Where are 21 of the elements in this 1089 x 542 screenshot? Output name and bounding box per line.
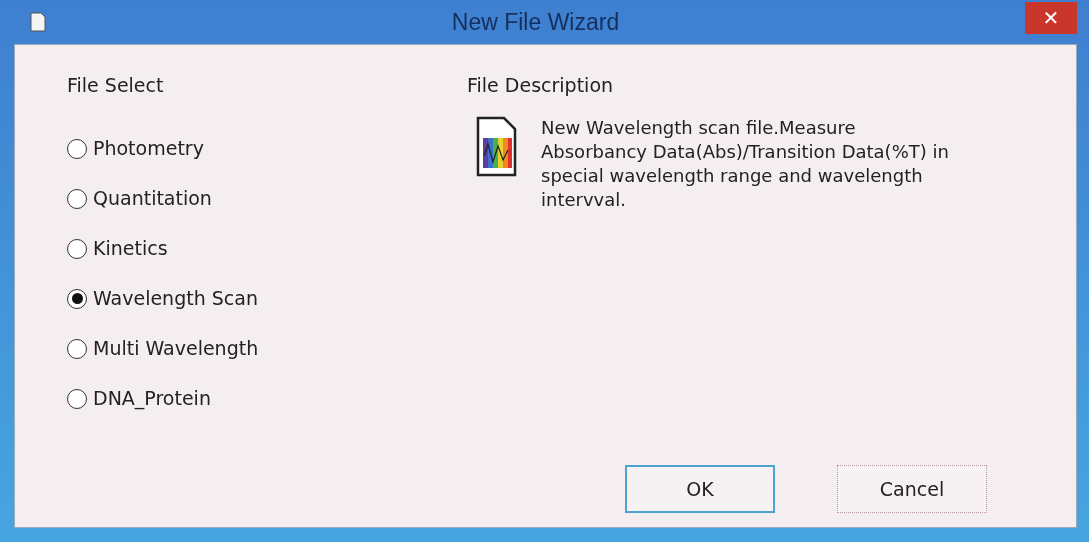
option-label[interactable]: Multi Wavelength [93,334,259,363]
window-title: New File Wizard [451,8,620,35]
ok-button[interactable]: OK [625,465,775,513]
option-label[interactable]: Kinetics [93,234,168,263]
section-heading: File Description [467,74,614,96]
cancel-button[interactable]: Cancel [837,465,987,513]
radio-button[interactable] [67,338,87,359]
radio-button[interactable] [67,288,87,309]
spectrum-file-icon [475,115,517,178]
close-button[interactable]: ✕ [1025,2,1077,34]
option-label[interactable]: Photometry [93,134,204,163]
radio-button[interactable] [67,138,87,159]
file-description-text: New Wavelength scan file.Measure Absorbancy Data(Abs)/Transition Data(%T) in special wavelength range and wavelength intervval. [541,115,950,212]
option-label[interactable]: Quantitation [93,184,212,213]
option-label[interactable]: DNA_Protein [93,384,211,413]
section-heading: File Select [67,74,164,96]
radio-button[interactable] [67,388,87,409]
option-label[interactable]: Wavelength Scan [93,284,258,313]
radio-button[interactable] [67,238,87,259]
radio-button[interactable] [67,188,87,209]
document-icon [30,12,46,32]
